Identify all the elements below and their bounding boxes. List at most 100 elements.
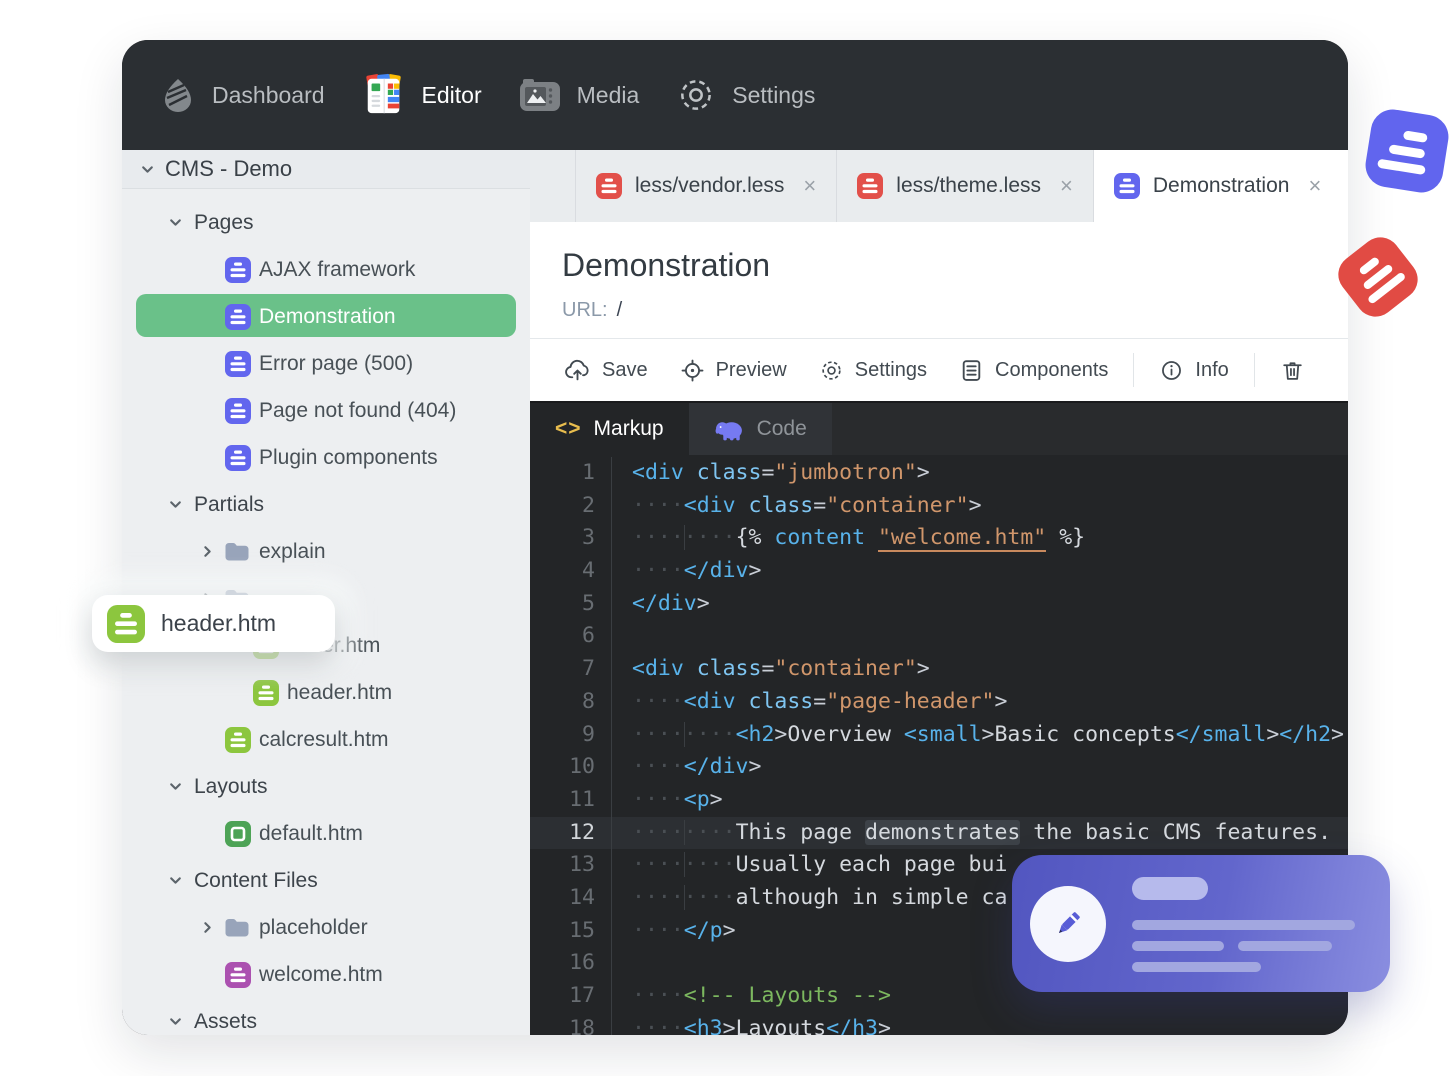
code-line-6[interactable]: 6 bbox=[530, 620, 1348, 654]
code-line-1[interactable]: 1 <div class="jumbotron"> bbox=[530, 457, 1348, 490]
drag-tooltip[interactable]: header.htm bbox=[92, 595, 335, 652]
code-line-8[interactable]: 8 ····<div class="page-header"> bbox=[530, 685, 1348, 719]
document-tab-demonstration[interactable]: Demonstration × bbox=[1092, 150, 1348, 222]
code-line-9[interactable]: 9 ········<h2>Overview <small>Basic conce… bbox=[530, 718, 1348, 752]
tree-item-default-htm[interactable]: default.htm bbox=[122, 810, 530, 857]
save-button[interactable]: Save bbox=[548, 339, 664, 401]
page-url: URL: / bbox=[562, 299, 1316, 322]
tree-item-placeholder[interactable]: placeholder bbox=[122, 904, 530, 951]
chevron-down-icon[interactable] bbox=[168, 779, 183, 794]
button-label: Info bbox=[1195, 358, 1229, 381]
code-line-11[interactable]: 11 ····<p> bbox=[530, 783, 1348, 817]
php-elephant-icon bbox=[714, 417, 745, 442]
code-line-text: </div> bbox=[632, 590, 710, 616]
nav-item-media[interactable]: Media bbox=[519, 77, 639, 113]
skeleton-line bbox=[1132, 962, 1261, 972]
editor-tab-label: Markup bbox=[593, 417, 664, 440]
delete-button[interactable] bbox=[1264, 339, 1321, 401]
line-number: 2 bbox=[530, 489, 612, 523]
settings-button[interactable]: Settings bbox=[803, 339, 943, 401]
close-icon[interactable]: × bbox=[1060, 173, 1073, 199]
code-line-12[interactable]: 12 ········This page demonstrates the bas… bbox=[530, 816, 1348, 850]
tree-item-ajax-framework[interactable]: AJAX framework bbox=[122, 246, 530, 293]
tree-section-partials[interactable]: Partials bbox=[122, 481, 530, 528]
tree-item-demonstration[interactable]: Demonstration bbox=[122, 293, 530, 340]
editor-tab-markup[interactable]: <> Markup bbox=[530, 403, 689, 455]
page: Dashboard Editor Media Settings CMS - Demo … bbox=[0, 0, 1454, 1076]
tree-item-label: Partials bbox=[194, 492, 265, 516]
page-purple-icon bbox=[225, 303, 251, 330]
tree-item-label: calcresult.htm bbox=[259, 727, 389, 751]
chevron-right-icon[interactable] bbox=[200, 920, 215, 935]
tree-section-layouts[interactable]: Layouts bbox=[122, 763, 530, 810]
tree-item-page-not-found-404[interactable]: Page not found (404) bbox=[122, 387, 530, 434]
chevron-right-icon[interactable] bbox=[200, 544, 215, 559]
tree-item-error-page-500[interactable]: Error page (500) bbox=[122, 340, 530, 387]
save-icon bbox=[564, 358, 591, 383]
info-button[interactable]: Info bbox=[1143, 339, 1244, 401]
tree-item-calcresult-htm[interactable]: calcresult.htm bbox=[122, 716, 530, 763]
chevron-down-icon[interactable] bbox=[168, 215, 183, 230]
tree-item-label: header.htm bbox=[287, 680, 393, 704]
tree-section-assets[interactable]: Assets bbox=[122, 998, 530, 1035]
chevron-down-icon[interactable] bbox=[168, 497, 183, 512]
gear-outline-icon bbox=[676, 75, 716, 115]
nav-item-editor[interactable]: Editor bbox=[362, 73, 482, 117]
tree-section-content-files[interactable]: Content Files bbox=[122, 857, 530, 904]
page-red-icon bbox=[857, 173, 884, 199]
line-number: 12 bbox=[530, 816, 612, 850]
button-label: Preview bbox=[715, 358, 787, 381]
close-icon[interactable]: × bbox=[803, 173, 816, 199]
code-line-text: ········<h2>Overview <small>Basic concep… bbox=[632, 721, 1344, 747]
editor-tab-code[interactable]: Code bbox=[688, 403, 832, 455]
nav-item-settings[interactable]: Settings bbox=[676, 75, 815, 115]
code-line-2[interactable]: 2 ····<div class="container"> bbox=[530, 489, 1348, 523]
tree-item-welcome-htm[interactable]: welcome.htm bbox=[122, 951, 530, 998]
page-green-icon bbox=[225, 726, 251, 753]
document-tab-less-theme-less[interactable]: less/theme.less × bbox=[836, 150, 1093, 222]
code-line-text: <div class="jumbotron"> bbox=[632, 460, 930, 485]
tree-item-plugin-components[interactable]: Plugin components bbox=[122, 434, 530, 481]
tree-item-label: Layouts bbox=[194, 774, 268, 798]
tree-item-explain[interactable]: explain bbox=[122, 528, 530, 575]
nav-item-label: Editor bbox=[421, 81, 482, 108]
line-number: 11 bbox=[530, 783, 612, 817]
tree-item-header-htm[interactable]: header.htm bbox=[122, 669, 530, 716]
code-line-3[interactable]: 3 ········{% content "welcome.htm" %} bbox=[530, 522, 1348, 556]
url-label: URL: bbox=[562, 299, 608, 321]
document-tab-less-vendor-less[interactable]: less/vendor.less × bbox=[575, 150, 836, 222]
top-navbar: Dashboard Editor Media Settings bbox=[122, 40, 1348, 150]
chevron-down-icon[interactable] bbox=[168, 873, 183, 888]
close-icon[interactable]: × bbox=[1308, 173, 1321, 199]
tab-label: Demonstration bbox=[1152, 174, 1290, 197]
code-line-4[interactable]: 4 ····</div> bbox=[530, 555, 1348, 588]
nav-item-dashboard[interactable]: Dashboard bbox=[212, 82, 325, 109]
tree-item-label: Plugin components bbox=[259, 445, 438, 469]
nav-item-label: Dashboard bbox=[212, 81, 325, 108]
code-line-10[interactable]: 10 ····</div> bbox=[530, 751, 1348, 784]
decorative-purple-file-badge bbox=[1362, 106, 1452, 196]
document-toolbar: Save Preview Settings Components Info bbox=[530, 338, 1348, 401]
markup-icon: <> bbox=[555, 417, 582, 440]
code-line-7[interactable]: 7 <div class="container"> bbox=[530, 653, 1348, 686]
url-value: / bbox=[616, 299, 623, 321]
line-number: 13 bbox=[530, 849, 612, 882]
tree-item-label: placeholder bbox=[259, 915, 368, 939]
components-button[interactable]: Components bbox=[943, 339, 1124, 401]
line-number: 15 bbox=[530, 914, 612, 948]
code-line-18[interactable]: 18 ····<h3>Layouts</h3> bbox=[530, 1012, 1348, 1035]
tree-item-label: AJAX framework bbox=[259, 257, 416, 281]
media-icon bbox=[519, 77, 561, 113]
leaf-logo-icon bbox=[163, 78, 193, 112]
button-label: Components bbox=[995, 358, 1109, 381]
editor-tab-label: Code bbox=[756, 417, 807, 440]
tree-section-pages[interactable]: Pages bbox=[122, 199, 530, 246]
chevron-down-icon[interactable] bbox=[168, 1014, 183, 1029]
preview-button[interactable]: Preview bbox=[664, 339, 803, 401]
code-line-text: ········This page demonstrates the basic… bbox=[632, 819, 1332, 845]
document-header: Demonstration URL: / bbox=[530, 222, 1348, 338]
code-line-5[interactable]: 5 </div> bbox=[530, 587, 1348, 621]
line-number: 9 bbox=[530, 718, 612, 752]
toolbar-separator bbox=[1133, 353, 1135, 387]
sidebar-theme-header[interactable]: CMS - Demo bbox=[122, 150, 530, 189]
